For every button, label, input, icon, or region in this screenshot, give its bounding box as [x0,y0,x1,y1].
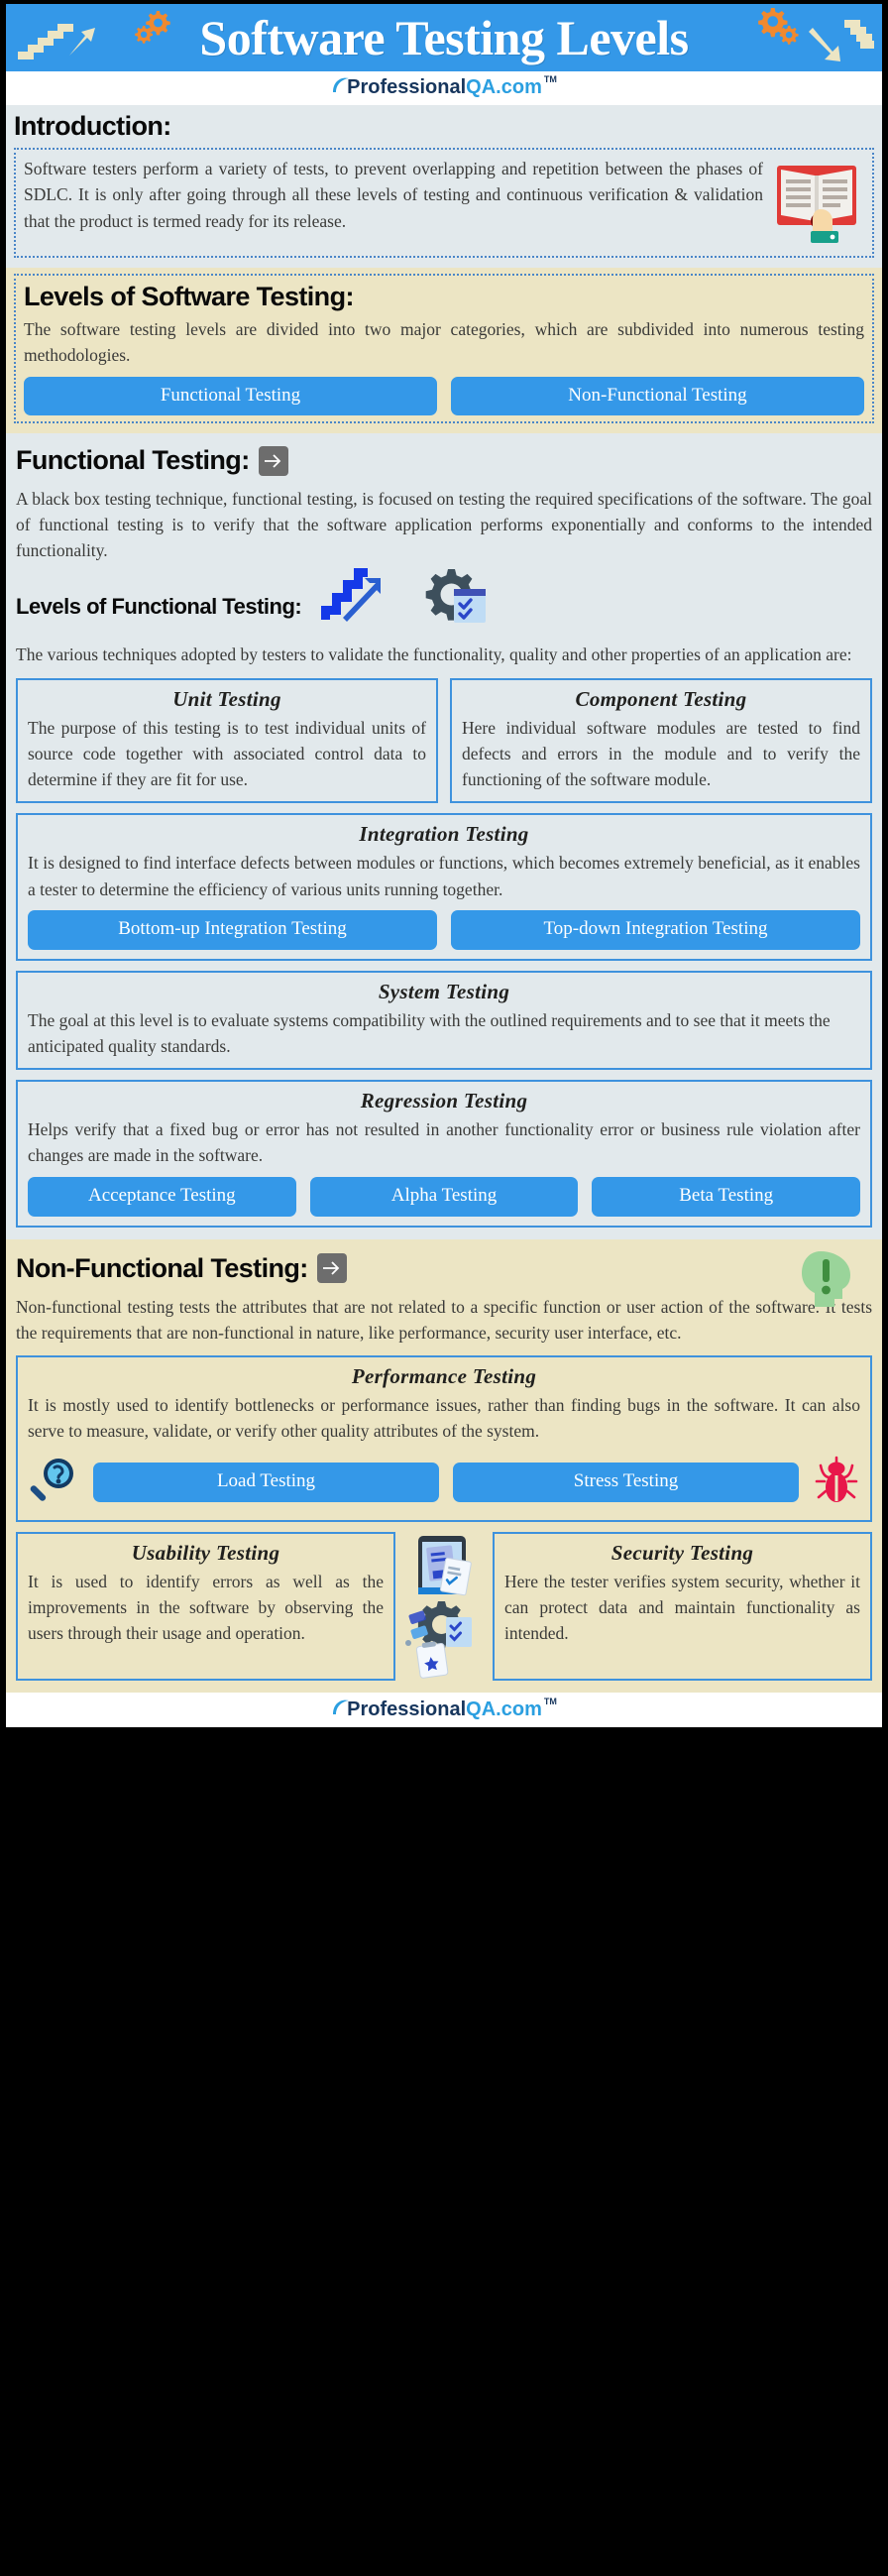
security-testing-title: Security Testing [610,1540,754,1565]
levels-of-software-testing-section: Levels of Software Testing: The software… [6,268,882,434]
head-exclamation-icon [799,1249,856,1320]
integration-testing-card: Integration Testing It is designed to fi… [16,813,872,961]
unit-testing-title: Unit Testing [172,686,281,711]
component-testing-body: Here individual software modules are tes… [462,717,860,790]
magnifier-question-icon [28,1455,79,1511]
regression-button-row: Acceptance Testing Alpha Testing Beta Te… [28,1176,861,1217]
levels-of-functional-heading-row: Levels of Functional Testing: [16,568,872,640]
logo-trademark: TM [543,74,557,84]
performance-testing-card: Performance Testing It is mostly used to… [16,1355,872,1522]
page-title: Software Testing Levels [199,10,689,65]
acceptance-testing-button[interactable]: Acceptance Testing [28,1176,296,1217]
logo-text-qa: QA [466,76,497,98]
introduction-section: Introduction: Software testers perform a… [6,105,882,269]
performance-button-row: Load Testing Stress Testing [28,1455,860,1511]
arrow-right-icon [258,446,288,476]
header-banner: Software Testing Levels [6,4,882,71]
logo-swoosh-icon [331,75,351,95]
regression-testing-card: Regression Testing Helps verify that a f… [16,1080,872,1228]
logo-text-professional: Professional [347,76,467,98]
bug-icon [813,1456,860,1510]
levels-of-functional-testing-heading: Levels of Functional Testing: [16,593,302,619]
non-functional-testing-section: Non-Functional Testing: Non-functional t… [6,1238,882,1693]
stairs-down-arrow-icon [799,16,874,68]
stairs-up-arrow-icon-blue [319,566,383,627]
performance-testing-title: Performance Testing [351,1364,537,1389]
footer-logo-text-com: .com [496,1698,542,1720]
non-functional-testing-body: Non-functional testing tests the attribu… [16,1296,872,1343]
levels-of-functional-testing-body: The various techniques adopted by tester… [16,644,852,665]
gear-icon [133,8,176,51]
bottom-up-integration-testing-button[interactable]: Bottom-up Integration Testing [28,909,437,950]
gear-icon-right [757,6,805,53]
documents-gear-icon [401,1532,487,1681]
system-testing-title: System Testing [378,979,510,1003]
component-testing-title: Component Testing [575,686,747,711]
security-testing-card: Security Testing Here the tester verifie… [493,1531,872,1681]
gear-checklist-icon [422,567,494,634]
regression-testing-title: Regression Testing [360,1089,528,1113]
unit-testing-body: The purpose of this testing is to test i… [28,717,426,790]
footer-logo-trademark: TM [543,1696,557,1706]
levels-body: The software testing levels are divided … [24,319,864,366]
footer-logo-strip: Professional QA .com TM [6,1692,882,1727]
non-functional-cards-row: Usability Testing It is used to identify… [16,1531,872,1681]
infographic-page: Software Testing Levels Professional QA … [0,0,888,2576]
functional-testing-button[interactable]: Functional Testing [24,376,437,416]
component-testing-card: Component Testing Here individual softwa… [450,677,872,804]
top-down-integration-testing-button[interactable]: Top-down Integration Testing [451,909,860,950]
functional-testing-section: Functional Testing: A black box testing … [6,433,882,1239]
stairs-up-arrow-icon [16,16,115,66]
levels-button-row: Functional Testing Non-Functional Testin… [24,376,864,416]
introduction-heading: Introduction: [14,111,171,141]
non-functional-testing-button[interactable]: Non-Functional Testing [451,376,864,416]
regression-testing-body: Helps verify that a fixed bug or error h… [28,1119,860,1166]
usability-testing-body: It is used to identify errors as well as… [28,1571,384,1644]
footer-logo-text-professional: Professional [347,1698,467,1720]
integration-testing-body: It is designed to find interface defects… [28,853,860,899]
footer-professionalqa-logo: Professional QA .com TM [331,1696,557,1720]
functional-testing-body: A black box testing technique, functiona… [16,488,872,561]
levels-box: Levels of Software Testing: The software… [14,274,874,424]
usability-testing-title: Usability Testing [131,1540,280,1565]
non-functional-testing-heading-text: Non-Functional Testing: [16,1252,308,1283]
security-testing-body: Here the tester verifies system security… [504,1571,860,1644]
introduction-body: Software testers perform a variety of te… [24,159,763,231]
load-testing-button[interactable]: Load Testing [93,1463,439,1503]
arrow-right-icon-nonfunctional [316,1253,347,1284]
footer-logo-text-qa: QA [466,1698,497,1720]
logo-text-com: .com [496,76,542,98]
header-logo-strip: Professional QA .com TM [6,71,882,105]
functional-cards-row: Unit Testing The purpose of this testing… [16,677,872,804]
non-functional-testing-heading: Non-Functional Testing: [16,1253,872,1284]
beta-testing-button[interactable]: Beta Testing [592,1176,861,1217]
levels-heading: Levels of Software Testing: [24,282,354,312]
integration-testing-title: Integration Testing [359,822,529,847]
system-testing-body: The goal at this level is to evaluate sy… [28,1009,831,1056]
integration-button-row: Bottom-up Integration Testing Top-down I… [28,909,860,950]
functional-testing-heading-text: Functional Testing: [16,445,250,476]
introduction-box: Software testers perform a variety of te… [14,148,874,259]
open-book-icon [773,156,864,250]
unit-testing-card: Unit Testing The purpose of this testing… [16,677,438,804]
alpha-testing-button[interactable]: Alpha Testing [309,1176,579,1217]
system-testing-card: System Testing The goal at this level is… [16,970,872,1071]
functional-testing-heading: Functional Testing: [16,445,872,476]
performance-testing-body: It is mostly used to identify bottleneck… [28,1395,860,1442]
footer-logo-swoosh-icon [331,1698,351,1717]
professionalqa-logo: Professional QA .com TM [331,74,557,98]
usability-testing-card: Usability Testing It is used to identify… [16,1531,395,1681]
stress-testing-button[interactable]: Stress Testing [453,1463,799,1503]
